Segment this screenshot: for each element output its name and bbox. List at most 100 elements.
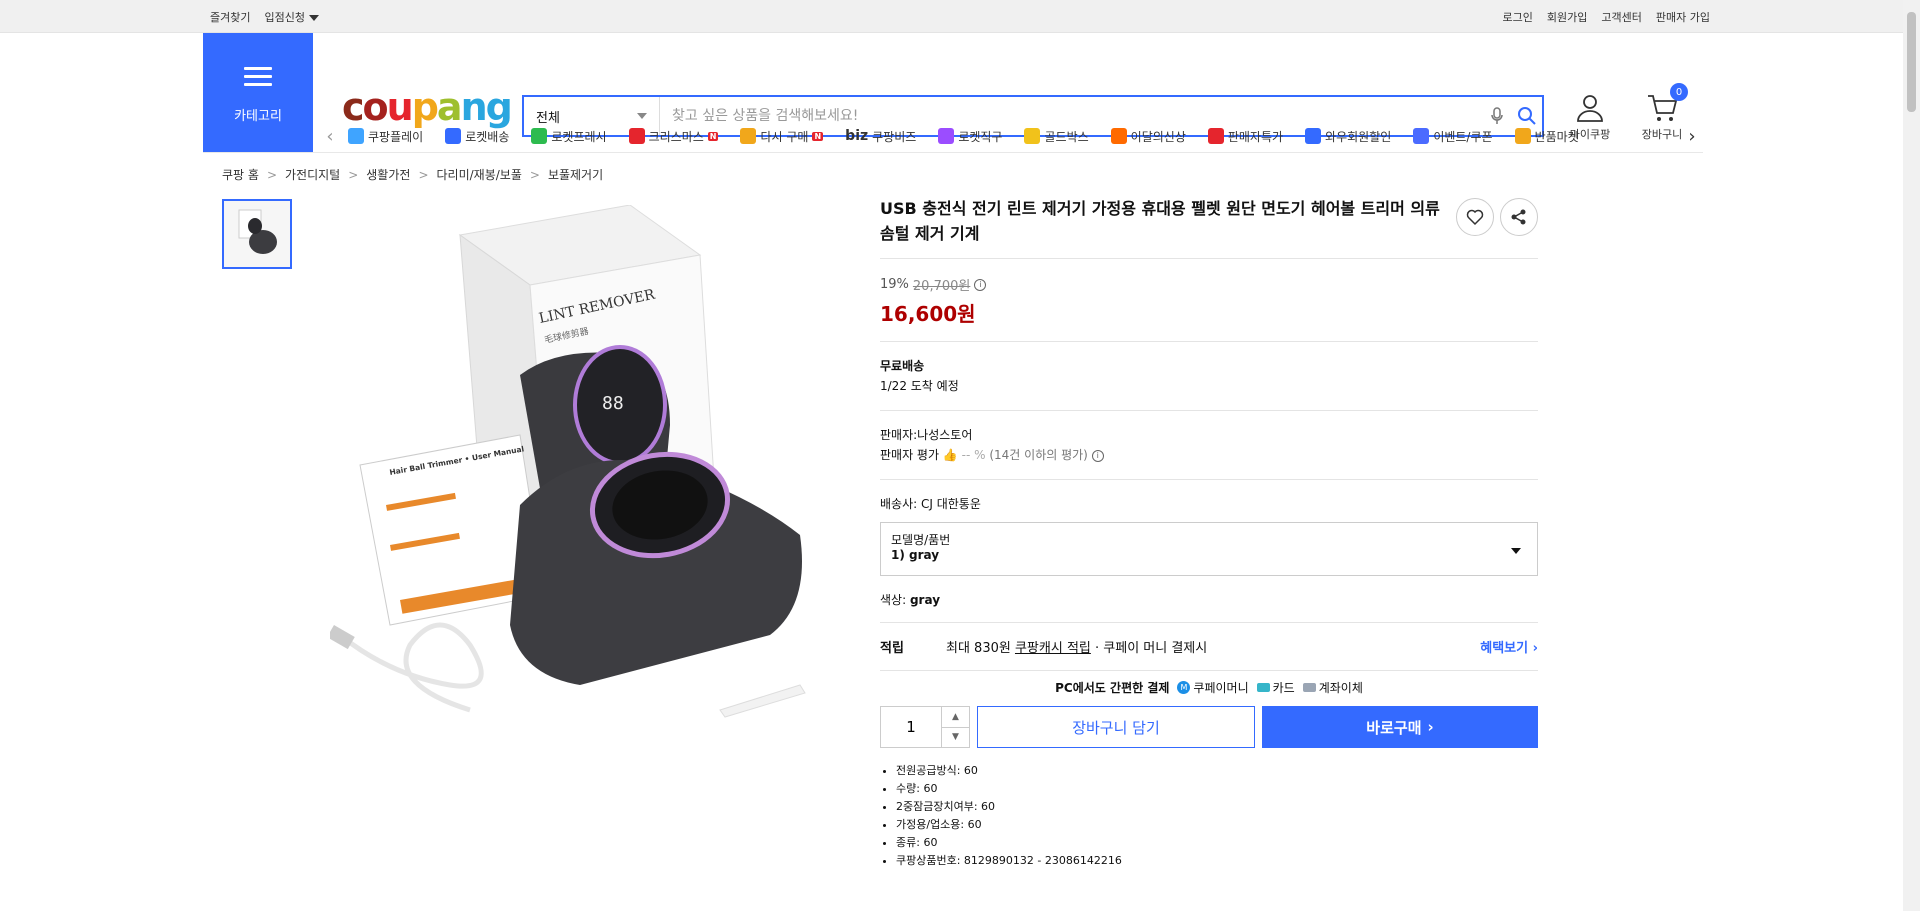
spec-item: 쿠팡상품번호: 8129890132 - 23086142216 <box>896 852 1538 870</box>
partner-apply-link[interactable]: 입점신청 <box>264 9 319 25</box>
category-item[interactable]: 와우회원할인 <box>1305 128 1391 145</box>
info-icon[interactable]: i <box>1091 449 1104 462</box>
quantity-increase-button[interactable]: ▲ <box>942 707 969 727</box>
breadcrumb-link[interactable]: 다리미/재봉/보풀 <box>437 166 522 183</box>
category-item[interactable]: 로켓배송 <box>445 128 509 145</box>
seller-rating-value: -- % <box>961 448 986 462</box>
category-item[interactable]: 이달의신상 <box>1110 128 1186 145</box>
seller-rating-note: (14건 이하의 평가) <box>989 448 1088 462</box>
category-label: 크리스마스 <box>648 129 704 144</box>
quantity-decrease-button[interactable]: ▼ <box>942 726 969 748</box>
breadcrumb-link[interactable]: 생활가전 <box>366 166 410 183</box>
spec-item: 2중잠금장치여부: 60 <box>896 798 1538 816</box>
category-icon <box>531 128 548 144</box>
category-icon <box>348 128 364 144</box>
payment-methods: PC에서도 간편한 결제 M 쿠페이머니 카드 계좌이체 <box>1055 681 1363 695</box>
category-icon <box>1207 128 1224 144</box>
spec-item: 가정용/업소용: 60 <box>896 816 1538 834</box>
seller-signup-link[interactable]: 판매자 가입 <box>1656 9 1710 25</box>
category-item[interactable]: 크리스마스 N <box>628 128 719 145</box>
category-label: 쿠팡플레이 <box>368 129 424 144</box>
option-select[interactable]: 모델명/품번 1) gray <box>880 522 1538 576</box>
biz-icon: biz <box>845 128 869 144</box>
color-label: 색상: <box>880 593 907 607</box>
category-label: 판매자특가 <box>1227 129 1284 144</box>
coupang-cash-link[interactable]: 쿠팡캐시 적립 <box>1015 637 1091 656</box>
card-icon <box>1256 683 1270 692</box>
category-icon <box>740 128 757 144</box>
shipping-section: 무료배송 1/22 도착 예정 <box>880 342 1538 410</box>
breadcrumb: 쿠팡 홈 > 가전디지털 > 생활가전 > 다리미/재봉/보풀 > 보풀제거기 <box>222 166 603 183</box>
user-icon <box>1577 95 1603 122</box>
category-item[interactable]: 이벤트/쿠폰 <box>1413 128 1493 145</box>
signup-link[interactable]: 회원가입 <box>1547 9 1587 25</box>
chevron-down-icon <box>1511 548 1521 554</box>
category-label: 골드박스 <box>1044 129 1089 144</box>
share-button[interactable] <box>1500 198 1538 236</box>
new-badge: N <box>812 131 824 141</box>
chevron-right-icon[interactable]: › <box>1682 126 1702 147</box>
category-item[interactable]: 쿠팡플레이 <box>348 128 423 145</box>
spec-item: 종류: 60 <box>896 834 1538 852</box>
new-badge: N <box>707 131 719 141</box>
divider <box>203 152 1703 153</box>
chevron-down-icon <box>308 14 319 21</box>
product-title: USB 충전식 전기 린트 제거기 가정용 휴대용 펠렛 원단 면도기 헤어볼 … <box>880 199 1440 243</box>
login-link[interactable]: 로그인 <box>1503 9 1533 25</box>
quantity-input[interactable] <box>881 707 941 747</box>
category-item[interactable]: 판매자특가 <box>1207 128 1284 145</box>
category-strip: ‹ 쿠팡플레이 로켓배송 로켓프레시 크리스마스 N 다시 구매 Nbiz 쿠팡비즈 로켓직구 골… <box>320 122 1702 150</box>
favorites-link[interactable]: 즐겨찾기 <box>210 9 250 25</box>
category-icon <box>1514 128 1531 144</box>
breadcrumb-separator: > <box>266 167 277 182</box>
breadcrumb-separator: > <box>529 167 540 182</box>
category-item[interactable]: 골드박스 <box>1024 128 1089 145</box>
purchase-row: ▲ ▼ 장바구니 담기 바로구매› <box>880 706 1538 748</box>
original-price: 20,700원 <box>912 279 971 294</box>
benefits-link[interactable]: 혜택보기 › <box>1480 637 1538 656</box>
category-menu-button[interactable]: 카테고리 <box>203 33 313 153</box>
product-thumbnail[interactable] <box>222 199 292 269</box>
info-icon[interactable]: i <box>974 278 987 291</box>
chevron-left-icon[interactable]: ‹ <box>320 126 340 147</box>
seller-name: 판매자:나성스토어 <box>880 428 973 442</box>
product-main-image[interactable]: LINT REMOVER 毛球修剪器 88 Hair Ball Trimmer … <box>330 205 870 725</box>
category-label: 이벤트/쿠폰 <box>1433 129 1493 144</box>
color-value: gray <box>909 593 941 607</box>
price-section: 19% 20,700원 i 16,600원 <box>880 259 1538 341</box>
device-display-text: 88 <box>602 393 624 414</box>
quantity-stepper: ▲ ▼ <box>880 706 970 748</box>
category-icon <box>445 128 462 144</box>
share-icon <box>1511 209 1526 225</box>
coupay-icon: M <box>1177 681 1191 694</box>
support-link[interactable]: 고객센터 <box>1601 9 1641 25</box>
category-item[interactable]: 다시 구매 N <box>740 128 824 145</box>
buy-now-button[interactable]: 바로구매 › <box>1262 706 1538 748</box>
wishlist-button[interactable] <box>1456 198 1494 236</box>
page-scrollbar[interactable] <box>1903 0 1920 911</box>
category-item[interactable]: 반품마켓 <box>1514 128 1579 145</box>
breadcrumb-link[interactable]: 가전디지털 <box>285 166 340 183</box>
bank-icon <box>1302 683 1316 692</box>
hamburger-icon <box>244 62 272 91</box>
coupang-logo[interactable]: coupang <box>342 88 513 126</box>
sale-price: 16,600원 <box>880 302 976 326</box>
seller-rating-label: 판매자 평가 <box>880 448 940 462</box>
cart-count-badge: 0 <box>1670 83 1688 101</box>
category-item[interactable]: 로켓프레시 <box>531 128 607 145</box>
add-to-cart-button[interactable]: 장바구니 담기 <box>977 706 1255 748</box>
spec-item: 수량: 60 <box>896 780 1538 798</box>
arrival-date: 1/22 도착 예정 <box>880 379 959 393</box>
option-section: 배송사: CJ 대한통운 모델명/품번 1) gray 색상: gray <box>880 480 1538 616</box>
courier: 배송사: CJ 대한통운 <box>880 497 981 511</box>
spec-item: 전원공급방식: 60 <box>896 762 1538 780</box>
breadcrumb-separator: > <box>348 167 359 182</box>
heart-icon <box>1466 209 1484 226</box>
category-item[interactable]: biz 쿠팡비즈 <box>845 128 916 145</box>
breadcrumb-link[interactable]: 보풀제거기 <box>548 166 603 183</box>
category-item[interactable]: 로켓직구 <box>938 128 1002 145</box>
breadcrumb-link[interactable]: 쿠팡 홈 <box>222 166 259 183</box>
category-label: 와우회원할인 <box>1325 129 1392 144</box>
category-icon <box>1413 128 1430 144</box>
category-icon <box>1110 128 1127 144</box>
